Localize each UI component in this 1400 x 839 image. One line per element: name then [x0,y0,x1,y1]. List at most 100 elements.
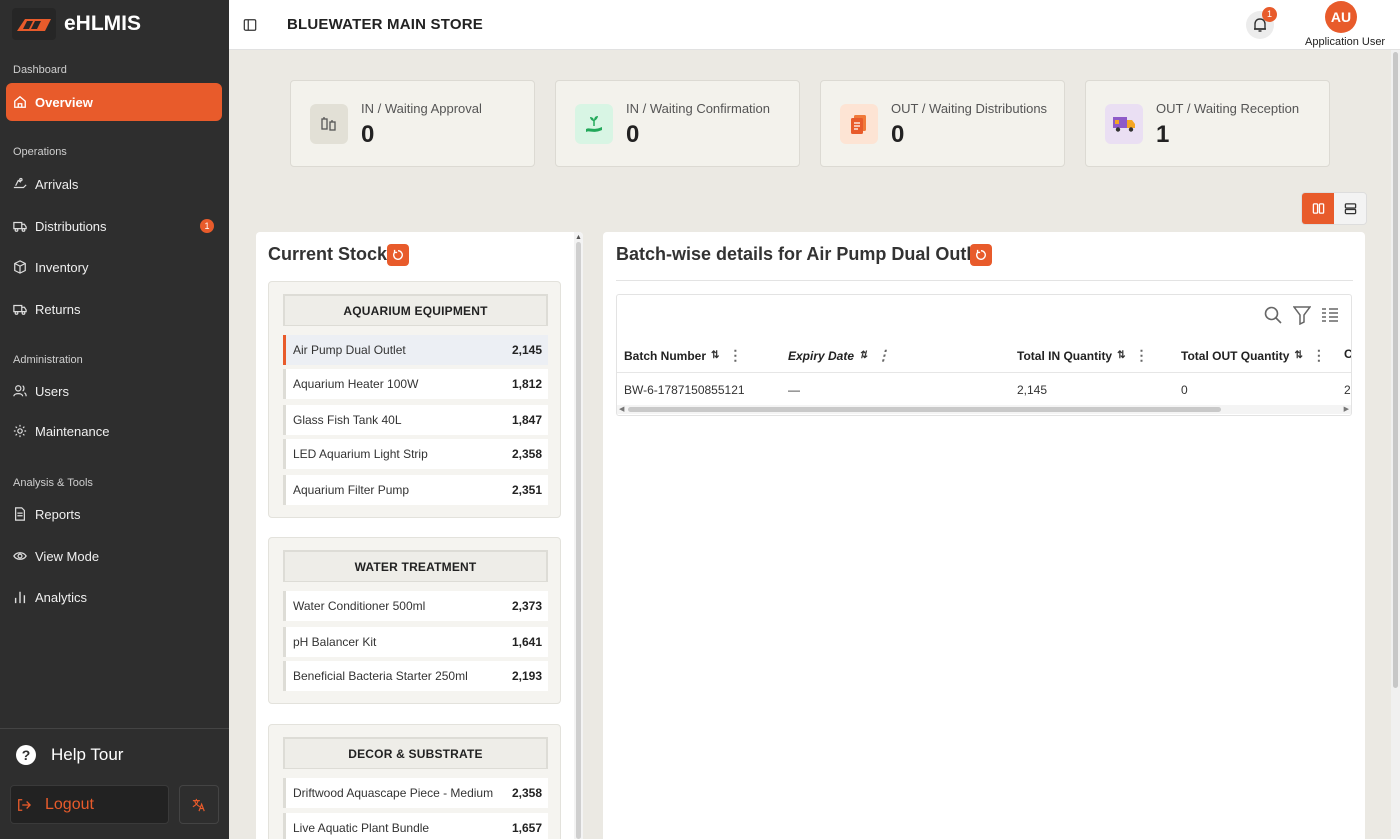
sidebar-item-label: Returns [35,301,81,317]
sidebar-item-reports[interactable]: Reports [6,495,222,533]
users-icon [13,385,27,397]
column-header-label: Total IN Quantity [1017,348,1113,363]
page-scrollbar-thumb[interactable] [1393,52,1398,688]
top-header: BLUEWATER MAIN STORE 1 AU Application Us… [229,0,1400,50]
stock-scrollbar-thumb[interactable] [576,242,581,839]
cell-total-out: 0 [1181,383,1188,397]
sidebar-item-returns[interactable]: Returns [6,290,222,328]
column-menu-icon[interactable]: ⋮ [1312,347,1326,364]
sidebar-item-analytics[interactable]: Analytics [6,578,222,616]
current-stock-title: Current Stock [268,244,388,264]
column-header-truncated[interactable]: C [1344,347,1351,361]
split-view-button[interactable] [1302,193,1334,224]
stock-item-qty: 2,193 [511,669,542,683]
stock-item[interactable]: pH Balancer Kit 1,641 [283,627,548,657]
sidebar-item-label: Users [35,383,69,399]
translate-icon [192,798,205,811]
card-value: 0 [361,121,375,148]
column-header-expiry-date[interactable]: Expiry Date ⇅ ⋮ [788,347,890,364]
filter-icon[interactable] [1292,305,1312,328]
stock-item-qty: 2,351 [511,483,542,497]
status-card-in-waiting-approval[interactable]: IN / Waiting Approval 0 [290,80,535,167]
approval-icon [310,104,348,144]
help-tour-button[interactable]: ? Help Tour [16,745,123,765]
logout-label: Logout [45,795,94,813]
sidebar-item-maintenance[interactable]: Maintenance [6,412,222,450]
box-icon [14,260,26,274]
column-header-total-in[interactable]: Total IN Quantity ⇅ ⋮ [1017,347,1149,364]
stock-item-name: Glass Fish Tank 40L [293,413,402,427]
card-label: OUT / Waiting Reception [1156,101,1300,116]
column-menu-icon[interactable]: ⋮ [1135,347,1149,364]
logout-button[interactable]: Logout [10,785,169,824]
card-label: IN / Waiting Confirmation [626,101,771,116]
arrivals-icon [13,177,27,189]
sidebar-item-label: Distributions [35,218,107,234]
sort-icon[interactable]: ⇅ [711,350,719,361]
card-value: 0 [891,121,905,148]
column-header-batch-number[interactable]: Batch Number ⇅ ⋮ [624,347,742,364]
stock-item-qty: 2,358 [511,786,542,800]
stock-item[interactable]: Live Aquatic Plant Bundle 1,657 [283,813,548,839]
sidebar-item-distributions[interactable]: Distributions 1 [6,207,222,245]
stock-item-qty: 1,847 [511,413,542,427]
stock-item[interactable]: Aquarium Heater 100W 1,812 [283,369,548,399]
section-label-analysis: Analysis & Tools [13,477,93,489]
brand-logo-icon [12,8,56,40]
sidebar-toggle-button[interactable] [243,18,257,35]
stock-item-qty: 2,373 [511,599,542,613]
stock-item[interactable]: Aquarium Filter Pump 2,351 [283,475,548,505]
stock-item-name: Driftwood Aquascape Piece - Medium [293,786,494,800]
sidebar-item-overview[interactable]: Overview [6,83,222,121]
stock-item[interactable]: Water Conditioner 500ml 2,373 [283,591,548,621]
status-card-in-waiting-confirmation[interactable]: IN / Waiting Confirmation 0 [555,80,800,167]
card-label: IN / Waiting Approval [361,101,482,116]
column-header-label: Batch Number [624,348,707,363]
sidebar-item-arrivals[interactable]: Arrivals [6,165,222,203]
sidebar: eHLMIS Dashboard Overview Operations Arr… [0,0,229,839]
sidebar-item-label: Analytics [35,589,88,605]
stock-group-decor-substrate: DECOR & SUBSTRATE Driftwood Aquascape Pi… [268,724,561,839]
status-card-out-waiting-reception[interactable]: OUT / Waiting Reception 1 [1085,80,1330,167]
stock-item[interactable]: Driftwood Aquascape Piece - Medium 2,358 [283,778,548,808]
home-icon [14,95,26,108]
stock-item-name: pH Balancer Kit [293,635,377,649]
section-label-operations: Operations [13,146,67,158]
columns-menu-icon[interactable] [1321,305,1339,328]
stock-item-name: Water Conditioner 500ml [293,599,426,613]
stock-item-qty: 1,657 [511,821,542,835]
language-button[interactable] [179,785,219,824]
status-card-out-waiting-distributions[interactable]: OUT / Waiting Distributions 0 [820,80,1065,167]
stock-item[interactable]: Glass Fish Tank 40L 1,847 [283,405,548,435]
sidebar-item-label: View Mode [35,548,100,564]
brand[interactable]: eHLMIS [12,8,141,40]
stock-group-aquarium-equipment: AQUARIUM EQUIPMENT Air Pump Dual Outlet … [268,281,561,518]
clipboard-icon [840,104,878,144]
sort-icon[interactable]: ⇅ [859,350,867,361]
card-value: 0 [626,121,640,148]
batch-refresh-button[interactable] [970,244,992,266]
column-header-total-out[interactable]: Total OUT Quantity ⇅ ⋮ [1181,347,1326,364]
stacked-view-button[interactable] [1334,193,1366,224]
sidebar-item-users[interactable]: Users [6,372,222,410]
scroll-up-arrow-icon[interactable]: ▲ [575,234,582,241]
sidebar-item-view-mode[interactable]: View Mode [6,537,222,575]
column-menu-icon[interactable]: ⋮ [876,347,890,364]
scroll-left-arrow-icon[interactable]: ◀ [619,405,624,413]
search-icon[interactable] [1263,305,1283,328]
avatar[interactable]: AU [1325,1,1357,33]
stock-refresh-button[interactable] [387,244,409,266]
stock-item[interactable]: LED Aquarium Light Strip 2,358 [283,439,548,469]
table-horizontal-scrollbar[interactable]: ◀ ▶ [617,405,1351,414]
stock-item[interactable]: Beneficial Bacteria Starter 250ml 2,193 [283,661,548,691]
scroll-right-arrow-icon[interactable]: ▶ [1344,405,1349,413]
stock-item-qty: 2,358 [511,447,542,461]
return-truck-icon [13,304,27,315]
sort-icon[interactable]: ⇅ [1117,350,1125,361]
column-menu-icon[interactable]: ⋮ [728,347,742,364]
logout-icon [18,798,31,811]
table-scrollbar-thumb[interactable] [628,407,1221,412]
sidebar-item-inventory[interactable]: Inventory [6,248,222,286]
sort-icon[interactable]: ⇅ [1294,350,1302,361]
stock-item[interactable]: Air Pump Dual Outlet 2,145 [283,335,548,365]
